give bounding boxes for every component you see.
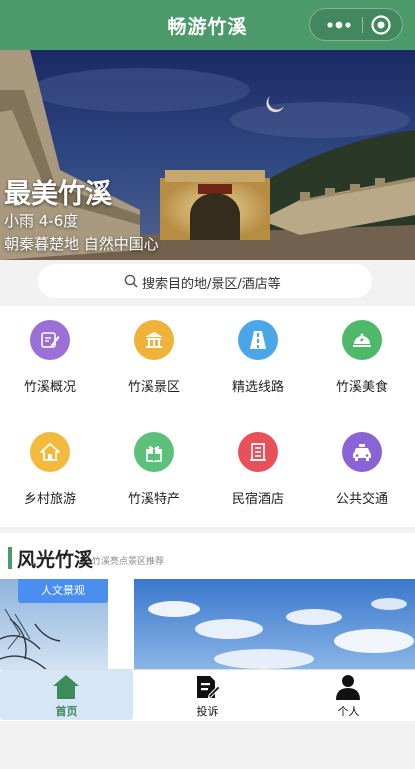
target-close-icon [371,15,391,35]
taxi-icon [342,432,382,472]
search-icon [124,274,138,288]
hotel-icon [238,432,278,472]
capsule-divider [362,17,363,33]
category-grid: 竹溪概况 竹溪景区 精选线路 竹溪美食 乡村旅游 竹溪特产 民宿酒店 公共交通 [0,306,415,527]
blue-sky-clouds-photo [134,579,415,673]
house-icon [30,432,70,472]
tab-home[interactable]: 首页 [0,670,133,720]
grid-item-food[interactable]: 竹溪美食 [312,306,412,406]
food-dome-icon [342,320,382,360]
grid-item-specialty[interactable]: 竹溪特产 [104,418,204,518]
temple-icon [134,320,174,360]
grid-item-label: 精选线路 [231,380,284,395]
tab-profile[interactable]: 个人 [282,670,415,720]
grid-item-rural-travel[interactable]: 乡村旅游 [0,418,100,518]
search-area: 搜索目的地/景区/酒店等 [0,260,415,304]
complaint-icon [197,676,221,699]
grid-item-label: 民宿酒店 [231,492,284,507]
weather-text: 小雨 4-6度 [4,212,79,230]
tab-label: 投诉 [196,705,219,718]
scenic-card[interactable]: 人文景观 [0,579,108,673]
grid-item-label: 竹溪景区 [127,380,180,395]
mini-program-capsule [309,8,403,41]
grid-item-label: 竹溪特产 [127,492,180,507]
grid-item-label: 竹溪概况 [23,380,76,395]
road-icon [238,320,278,360]
grid-item-label: 乡村旅游 [23,492,76,507]
section-subtitle: 竹溪亮点景区推荐 [92,557,165,567]
grid-item-label: 公共交通 [335,492,388,507]
section-accent-bar [8,547,12,569]
search-input[interactable]: 搜索目的地/景区/酒店等 [38,264,372,298]
section-title: 风光竹溪 [17,549,94,571]
more-dots-icon [327,21,351,29]
search-placeholder: 搜索目的地/景区/酒店等 [142,277,281,292]
bottom-tab-bar: 首页 投诉 个人 [0,669,415,721]
close-mini-program-button[interactable] [370,14,392,36]
card-tag: 人文景观 [18,579,108,603]
grid-item-overview[interactable]: 竹溪概况 [0,306,100,406]
grid-item-label: 竹溪美食 [335,380,388,395]
tab-label: 首页 [55,705,78,718]
hero-banner[interactable]: 最美竹溪 小雨 4-6度 朝秦暮楚地 自然中国心 [0,50,415,260]
banner-slogan: 朝秦暮楚地 自然中国心 [4,235,159,253]
grid-item-hotel[interactable]: 民宿酒店 [208,418,308,518]
home-icon [53,675,79,699]
nav-bar: 畅游竹溪 [0,0,415,50]
grid-item-transport[interactable]: 公共交通 [312,418,412,518]
scenery-section: 风光竹溪 竹溪亮点景区推荐 人文景观 [0,533,415,673]
scenic-card[interactable] [134,579,415,673]
more-button[interactable] [324,14,354,36]
banner-headline: 最美竹溪 [4,179,112,210]
tab-complaint[interactable]: 投诉 [141,670,274,720]
person-icon [336,675,360,700]
grid-item-routes[interactable]: 精选线路 [208,306,308,406]
tab-label: 个人 [337,705,360,718]
gift-icon [134,432,174,472]
note-edit-icon [30,320,70,360]
grid-item-scenic[interactable]: 竹溪景区 [104,306,204,406]
